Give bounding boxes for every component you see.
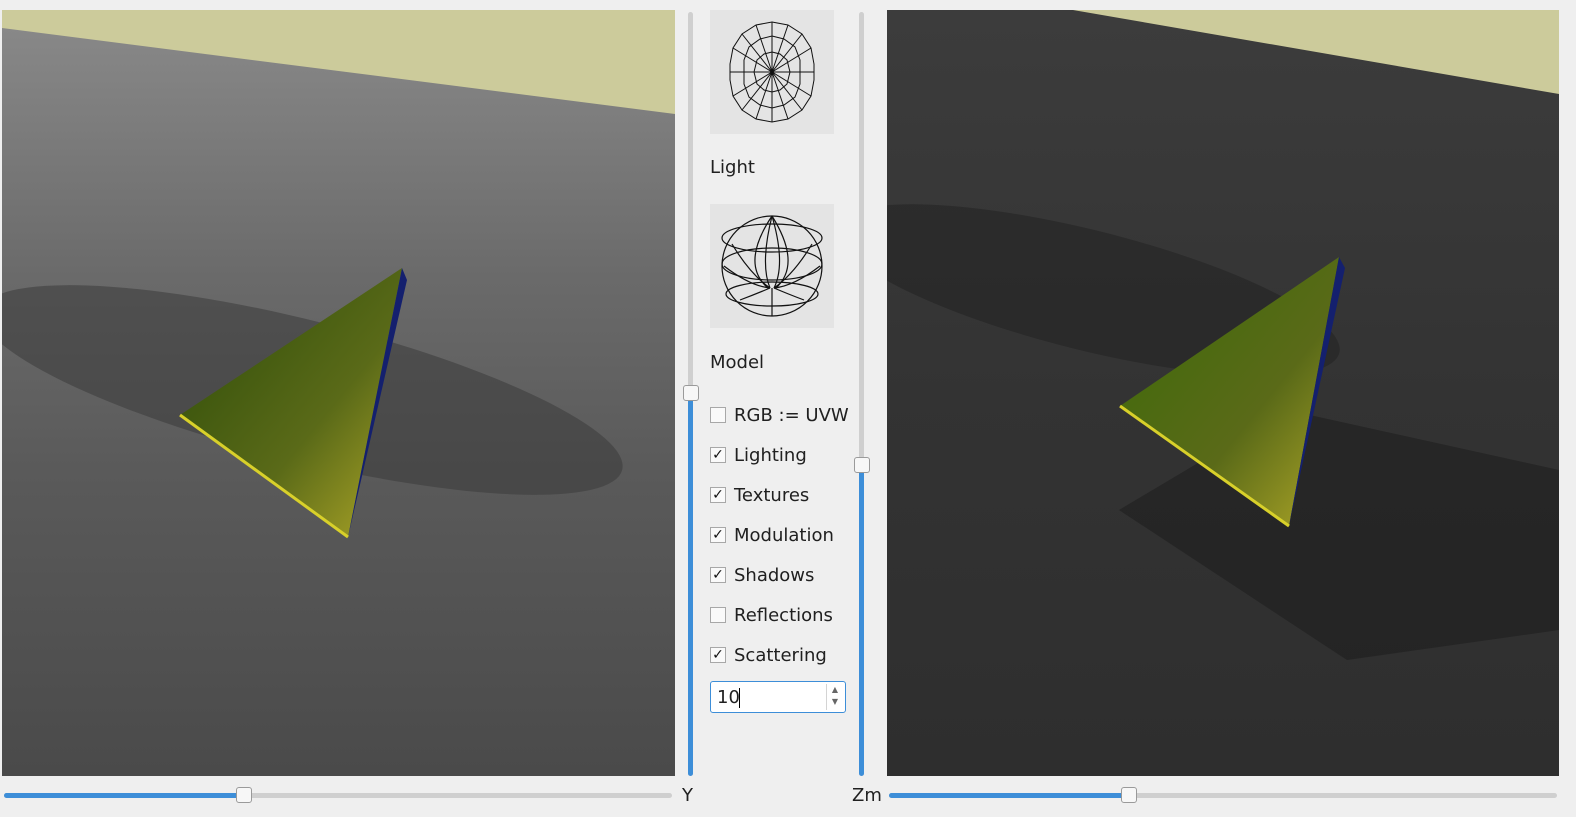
light-ball-control[interactable] xyxy=(710,10,834,134)
zm-slider[interactable] xyxy=(889,793,1557,798)
text-caret xyxy=(739,688,740,708)
checkbox-label: Reflections xyxy=(734,604,833,626)
checkbox-label: RGB := UVW xyxy=(734,404,849,426)
checkbox-box[interactable]: ✓ xyxy=(710,527,726,543)
checkbox-label: Shadows xyxy=(734,564,815,586)
checkbox-label: Lighting xyxy=(734,444,807,466)
y-slider-fill xyxy=(4,793,244,798)
checkbox-box[interactable]: ✓ xyxy=(710,647,726,663)
light-label: Light xyxy=(710,157,755,178)
checkbox-reflections[interactable]: Reflections xyxy=(710,603,833,627)
left-vertical-slider-fill xyxy=(688,392,693,776)
model-sphere-icon xyxy=(721,215,823,317)
checkbox-label: Modulation xyxy=(734,524,834,546)
checkbox-rgb-uvw[interactable]: RGB := UVW xyxy=(710,403,849,427)
spinbox-value: 10 xyxy=(717,687,740,708)
checkbox-box[interactable] xyxy=(710,607,726,623)
spin-down-icon[interactable]: ▼ xyxy=(827,696,843,708)
right-vertical-slider-fill xyxy=(859,464,864,776)
model-label: Model xyxy=(710,352,765,373)
checkbox-textures[interactable]: ✓ Textures xyxy=(710,483,809,507)
checkbox-box[interactable]: ✓ xyxy=(710,567,726,583)
scattering-spinbox[interactable]: 10 ▲ ▼ xyxy=(710,681,846,713)
left-render-viewport[interactable] xyxy=(2,10,675,776)
spin-up-icon[interactable]: ▲ xyxy=(827,684,843,696)
zm-slider-label: Zm xyxy=(852,785,882,806)
checkbox-scattering[interactable]: ✓ Scattering xyxy=(710,643,827,667)
right-render-viewport[interactable] xyxy=(887,10,1559,776)
y-slider-label: Y xyxy=(682,785,693,806)
right-vertical-slider-handle[interactable] xyxy=(854,457,870,473)
checkbox-label: Scattering xyxy=(734,644,827,666)
checkbox-lighting[interactable]: ✓ Lighting xyxy=(710,443,807,467)
spinbox-buttons[interactable]: ▲ ▼ xyxy=(826,684,843,710)
model-ball-control[interactable] xyxy=(710,204,834,328)
checkbox-modulation[interactable]: ✓ Modulation xyxy=(710,523,834,547)
checkbox-label: Textures xyxy=(734,484,810,506)
checkbox-box[interactable]: ✓ xyxy=(710,487,726,503)
light-sphere-icon xyxy=(729,21,815,123)
zm-slider-fill xyxy=(889,793,1129,798)
left-vertical-slider-handle[interactable] xyxy=(683,385,699,401)
right-vertical-slider[interactable] xyxy=(859,12,864,776)
checkbox-box[interactable] xyxy=(710,407,726,423)
checkbox-shadows[interactable]: ✓ Shadows xyxy=(710,563,814,587)
y-slider[interactable] xyxy=(4,793,672,798)
checkbox-box[interactable]: ✓ xyxy=(710,447,726,463)
zm-slider-handle[interactable] xyxy=(1121,787,1137,803)
y-slider-handle[interactable] xyxy=(236,787,252,803)
